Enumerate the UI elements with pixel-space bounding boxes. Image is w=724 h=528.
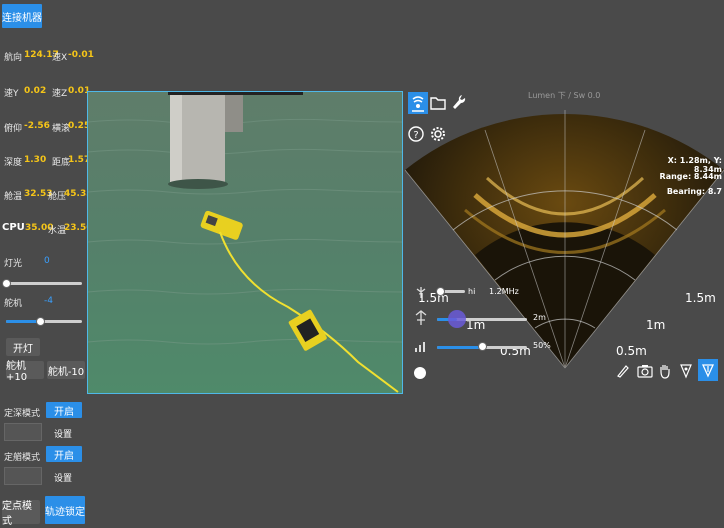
range-icon	[414, 310, 428, 330]
heading-hold-input[interactable]	[4, 467, 42, 485]
heading-label: 航向	[4, 53, 23, 63]
frequency-mode: hi	[468, 287, 476, 296]
pan-slider-thumb[interactable]	[35, 317, 45, 326]
range-label-right-1: 1.5m	[685, 291, 716, 305]
pen-icon[interactable]	[616, 364, 630, 378]
sonar-display[interactable]	[404, 100, 724, 370]
light-slider-thumb[interactable]	[1, 279, 11, 288]
range-label-right-2: 1m	[646, 318, 666, 332]
pitch-label: 俯仰	[4, 124, 23, 134]
frequency-value: 1.2MHz	[489, 287, 519, 296]
hand-icon[interactable]	[658, 363, 672, 379]
camera-feed[interactable]	[87, 91, 403, 394]
frequency-slider-thumb[interactable]	[435, 287, 445, 296]
camera-feed-image	[88, 92, 402, 393]
sonar-mode-icon[interactable]	[698, 359, 718, 381]
speed-y-label: 速Y	[4, 89, 19, 99]
pitch-value: -2.56	[24, 121, 50, 131]
pan-minus-button[interactable]: 舵机-10	[47, 361, 85, 379]
pan-plus-button[interactable]: 舵机+10	[6, 361, 44, 383]
cabin-temp-label: 舱温	[4, 192, 23, 202]
connect-button[interactable]: 连接机器	[2, 4, 42, 28]
marker-icon[interactable]	[679, 363, 693, 379]
auto-mode-button[interactable]: 定点模式	[2, 500, 40, 527]
camera-icon[interactable]	[637, 364, 653, 378]
open-light-button[interactable]: 开灯	[6, 338, 40, 356]
heading-hold-label: 定艏模式	[4, 453, 41, 463]
lock-button[interactable]: 轨迹锁定	[45, 496, 85, 524]
light-value: 0	[44, 256, 50, 266]
pan-label: 舵机	[4, 299, 23, 309]
depth-value: 1.30	[24, 155, 47, 165]
speed-x-value: -0.01	[68, 50, 94, 60]
speed-y-value: 0.02	[24, 86, 47, 96]
record-toggle[interactable]	[414, 367, 426, 379]
cpu-label: CPU	[2, 222, 25, 233]
light-label: 灯光	[4, 259, 23, 269]
range-value: 2m	[533, 313, 546, 322]
frequency-icon	[414, 284, 428, 303]
heading-hold-set-button[interactable]: 设置	[54, 471, 72, 484]
speed-z-label: 速Z	[52, 89, 68, 99]
depth-hold-label: 定深模式	[4, 409, 41, 419]
heading-hold-toggle[interactable]: 开启	[46, 446, 82, 462]
sonar-readout-range: Range: 8.44m	[659, 172, 722, 181]
gain-icon	[414, 338, 428, 357]
sonar-readout-bearing: Bearing: 8.7	[666, 187, 722, 196]
range-label-right-3: 0.5m	[616, 344, 647, 358]
gain-slider-thumb[interactable]	[477, 342, 487, 351]
depth-hold-input[interactable]	[4, 423, 42, 441]
pan-value: -4	[44, 296, 53, 306]
light-slider[interactable]	[6, 282, 82, 285]
sonar-image	[404, 110, 724, 369]
speed-x-label: 速X	[52, 53, 68, 63]
gain-slider-fill	[437, 346, 482, 349]
depth-hold-set-button[interactable]: 设置	[54, 427, 72, 440]
depth-label: 深度	[4, 158, 23, 168]
range-slider-thumb[interactable]	[447, 310, 466, 328]
gain-value: 50%	[533, 341, 551, 350]
depth-hold-toggle[interactable]: 开启	[46, 402, 82, 418]
